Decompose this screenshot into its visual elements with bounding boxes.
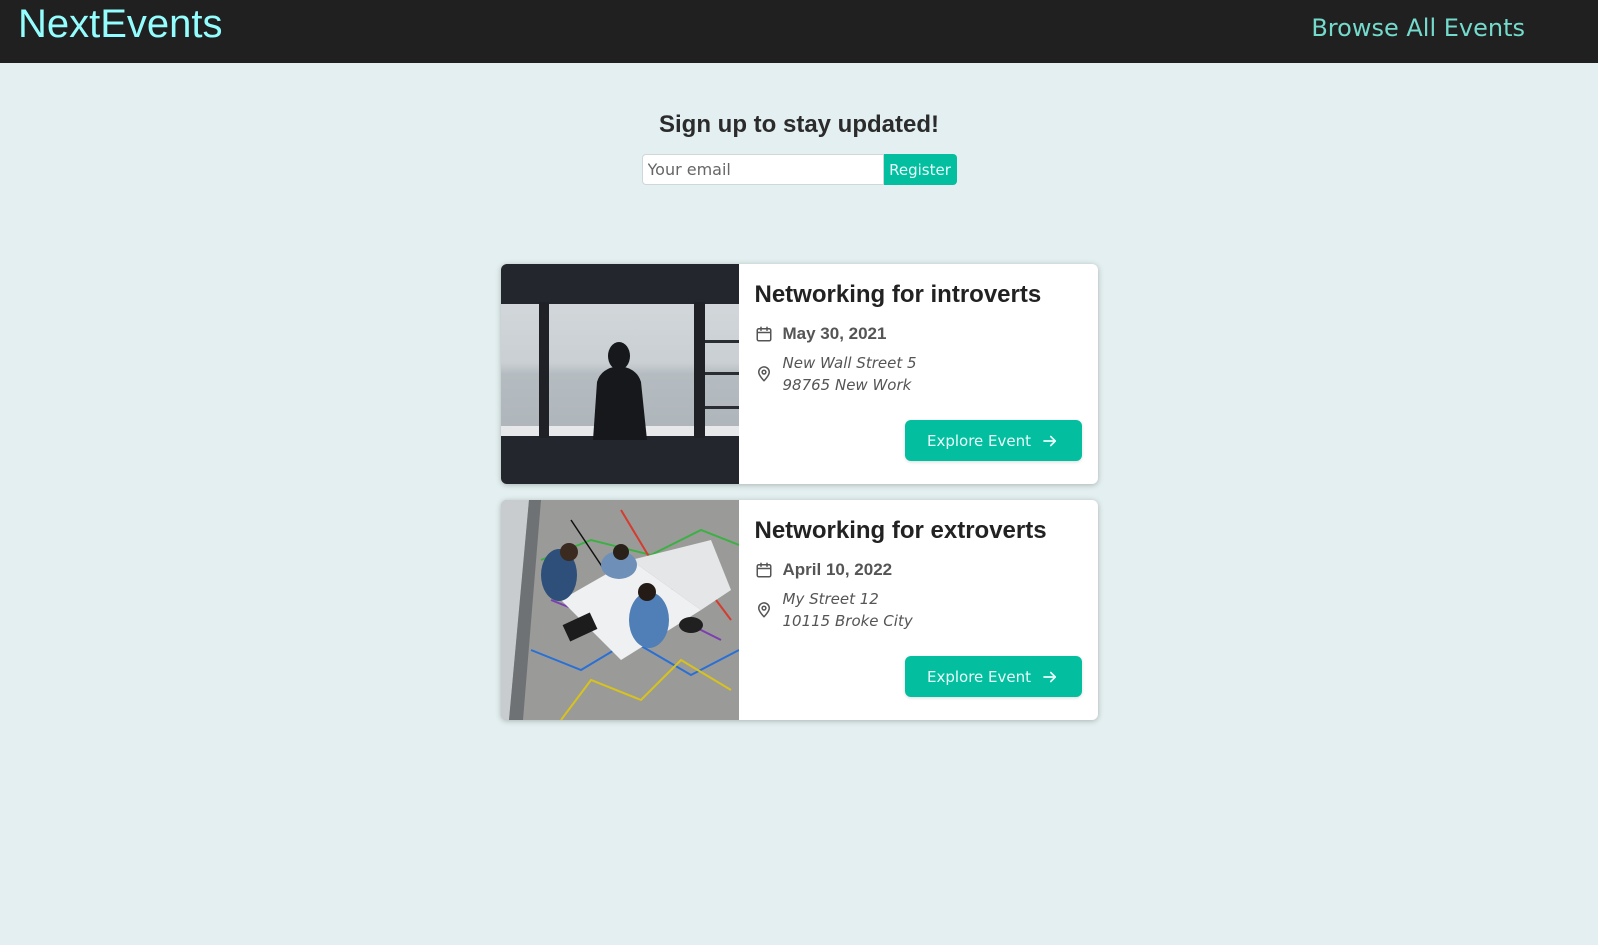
explore-event-button[interactable]: Explore Event xyxy=(904,420,1082,461)
arrow-right-icon xyxy=(1043,671,1057,682)
explore-event-button[interactable]: Explore Event xyxy=(904,656,1082,697)
event-address-text: My Street 12 10115 Broke City xyxy=(783,588,913,632)
event-title: Networking for extroverts xyxy=(754,517,1047,544)
event-details: Networking for extroverts April 10, 2022… xyxy=(739,500,1098,720)
calendar-icon xyxy=(756,562,771,578)
address-line-2: 10115 Broke City xyxy=(782,612,913,630)
address-line-1: New Wall Street 5 xyxy=(782,354,917,372)
arrow-right-icon xyxy=(1043,435,1057,446)
event-address: New Wall Street 5 98765 New Work xyxy=(755,352,1082,396)
event-card: Networking for introverts May 30, 2021 N… xyxy=(500,264,1098,484)
explore-event-label: Explore Event xyxy=(926,431,1032,450)
location-pin-icon xyxy=(757,602,770,618)
signup-title: Sign up to stay updated! xyxy=(659,111,939,138)
event-details: Networking for introverts May 30, 2021 N… xyxy=(739,264,1098,484)
logo-link[interactable]: NextEvents xyxy=(18,1,223,47)
explore-event-label: Explore Event xyxy=(926,667,1032,686)
event-image-extroverts xyxy=(500,500,739,720)
event-title: Networking for introverts xyxy=(754,281,1042,308)
event-list: Networking for introverts May 30, 2021 N… xyxy=(500,264,1098,720)
event-date-text: April 10, 2022 xyxy=(782,560,893,579)
event-address-text: New Wall Street 5 98765 New Work xyxy=(783,352,917,396)
location-pin-icon xyxy=(757,366,770,382)
signup-form: Register xyxy=(0,154,1598,185)
event-address: My Street 12 10115 Broke City xyxy=(755,588,1082,632)
newsletter-signup: Sign up to stay updated! Register xyxy=(0,108,1598,185)
event-date: May 30, 2021 xyxy=(755,324,1082,344)
browse-all-events-link[interactable]: Browse All Events xyxy=(1311,13,1525,43)
event-card: Networking for extroverts April 10, 2022… xyxy=(500,500,1098,720)
email-input[interactable] xyxy=(641,154,884,185)
top-navigation-bar: NextEvents Browse All Events xyxy=(0,0,1598,63)
calendar-icon xyxy=(756,326,771,342)
address-line-1: My Street 12 xyxy=(782,590,879,608)
event-date: April 10, 2022 xyxy=(755,560,1082,580)
address-line-2: 98765 New Work xyxy=(782,376,912,394)
register-button[interactable]: Register xyxy=(883,154,957,185)
event-date-text: May 30, 2021 xyxy=(782,324,887,343)
event-image-introverts xyxy=(500,264,739,484)
